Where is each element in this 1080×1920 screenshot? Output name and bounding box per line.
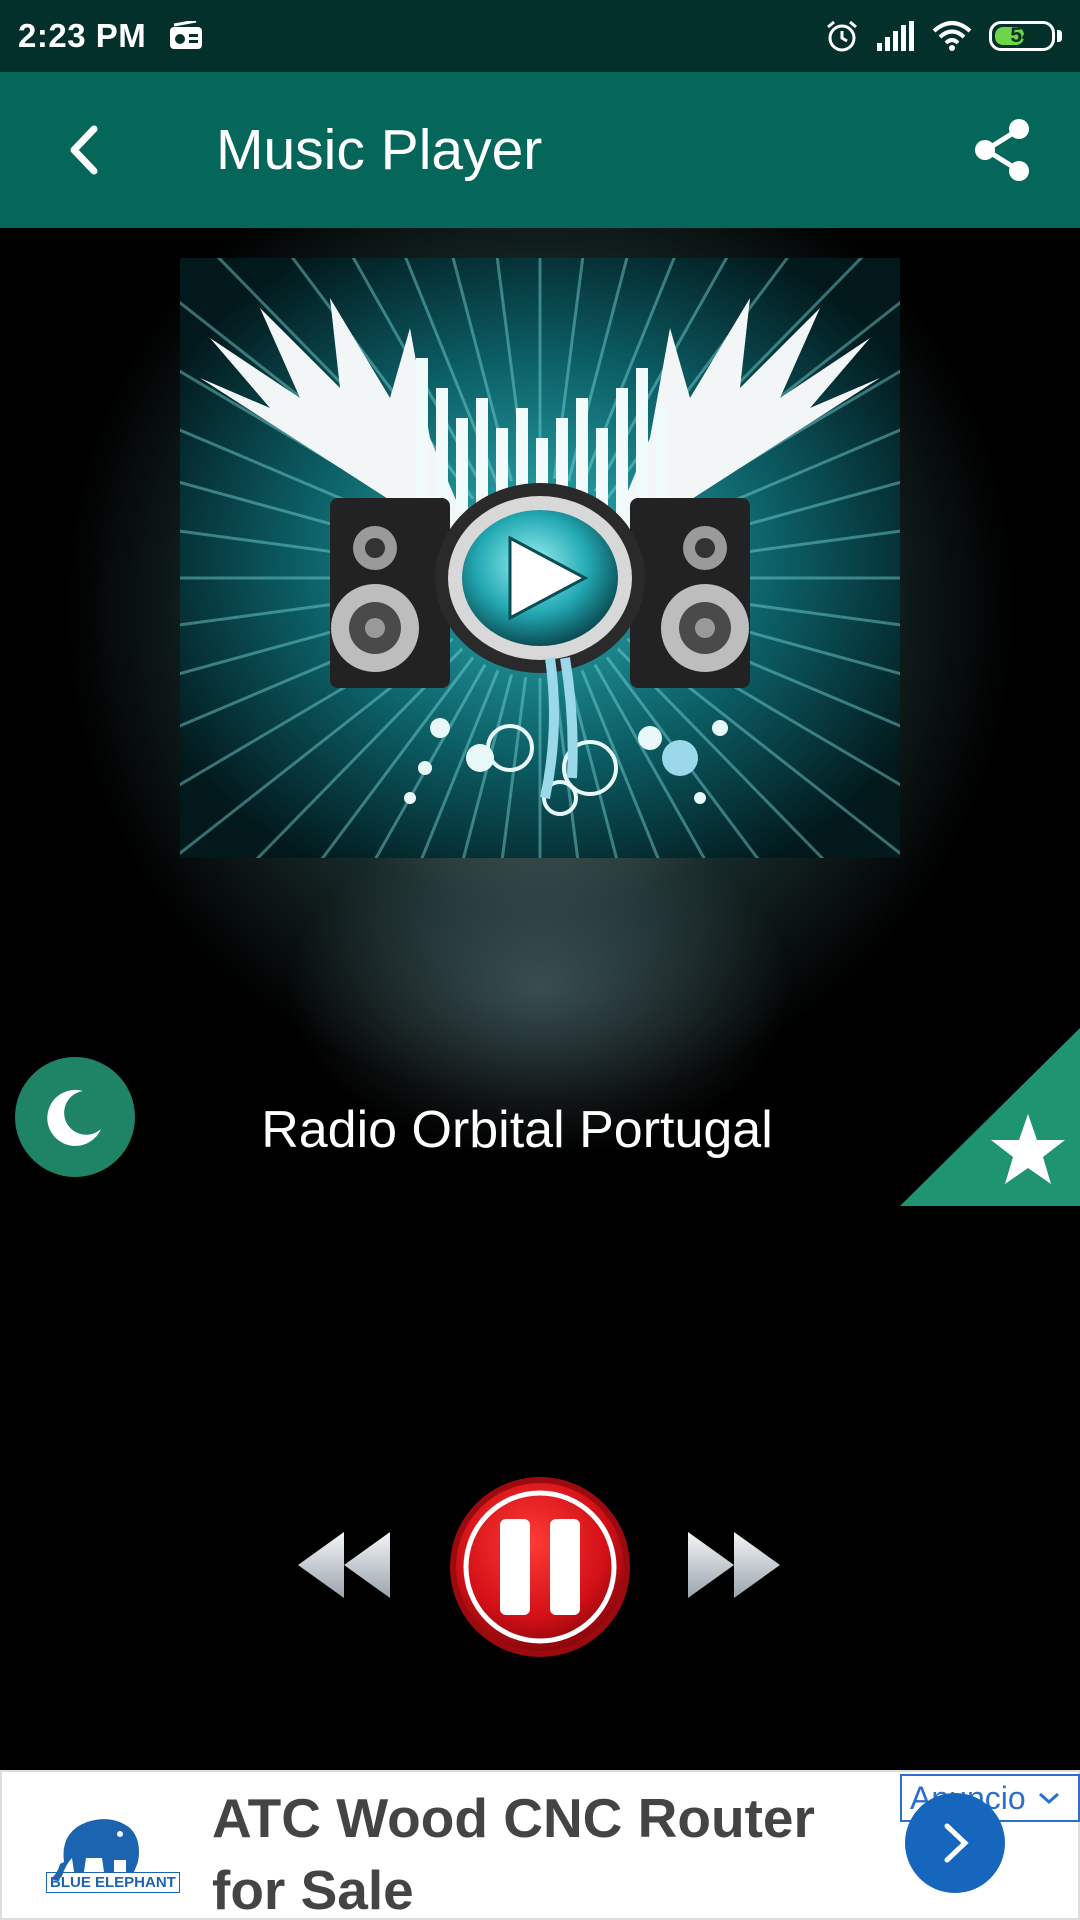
status-icons: 54 xyxy=(825,19,1062,53)
share-button[interactable] xyxy=(924,72,1080,228)
music-player-screen: 2:23 PM 54 Music Player Radio Orbital Po… xyxy=(0,0,1080,1920)
ad-open-button[interactable] xyxy=(905,1793,1005,1893)
rewind-icon xyxy=(298,1532,390,1598)
share-icon xyxy=(975,119,1029,181)
previous-button[interactable] xyxy=(298,1532,392,1598)
fast-forward-icon xyxy=(688,1532,780,1598)
playback-controls xyxy=(0,1470,1080,1660)
station-name: Radio Orbital Portugal xyxy=(261,1101,773,1159)
page-title: Music Player xyxy=(216,118,543,182)
ad-title[interactable]: ATC Wood CNC Router for Sale xyxy=(212,1782,832,1920)
back-arrow-icon xyxy=(70,125,98,175)
status-bar: 2:23 PM 54 xyxy=(0,0,1080,72)
app-bar: Music Player xyxy=(0,72,1080,228)
station-artwork xyxy=(180,258,900,858)
next-button[interactable] xyxy=(688,1532,782,1598)
alarm-icon xyxy=(827,20,857,52)
signal-icon xyxy=(877,21,914,51)
artwork-image xyxy=(180,258,900,858)
radio-icon xyxy=(170,21,203,49)
chevron-right-icon xyxy=(944,1823,969,1863)
favorite-button[interactable] xyxy=(900,1028,1080,1206)
chevron-down-icon xyxy=(1038,1792,1059,1805)
pause-button[interactable] xyxy=(448,1475,632,1659)
status-time: 2:23 PM xyxy=(18,17,147,54)
battery-icon: 54 xyxy=(989,21,1062,51)
wifi-icon xyxy=(932,21,972,51)
battery-level: 54 xyxy=(1010,24,1034,47)
back-button[interactable] xyxy=(0,72,168,228)
ad-brand: BLUE ELEPHANT xyxy=(46,1872,180,1893)
